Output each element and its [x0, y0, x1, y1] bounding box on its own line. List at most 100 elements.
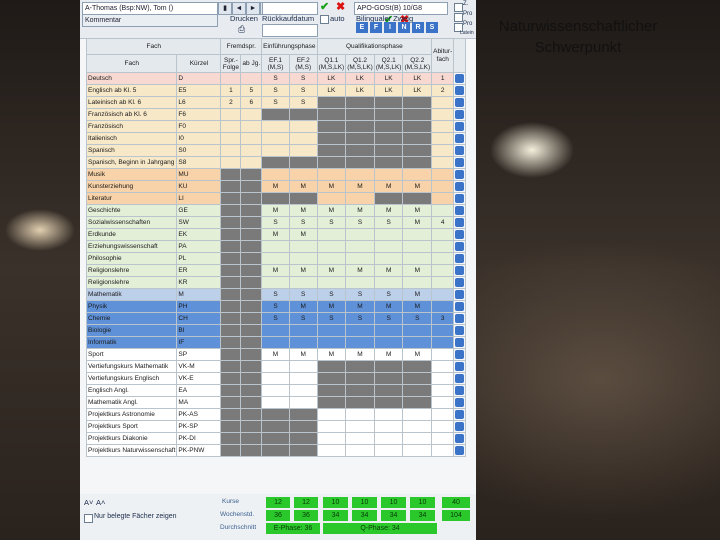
cell-q21[interactable] — [373, 132, 404, 145]
cell-ef1[interactable] — [261, 156, 290, 169]
cell-q21[interactable] — [373, 192, 404, 205]
cell-q22[interactable] — [402, 420, 433, 433]
cell-abi[interactable] — [431, 396, 455, 409]
cell-q11[interactable]: S — [316, 312, 347, 325]
cell-ef1[interactable] — [261, 396, 290, 409]
detail-icon[interactable] — [455, 157, 465, 167]
cell-q11[interactable] — [316, 156, 347, 169]
table-row[interactable]: Philosophie PL — [85, 252, 467, 265]
cell-ef1[interactable]: S — [261, 96, 290, 109]
row-detail-button[interactable] — [453, 384, 467, 397]
cell-spr[interactable] — [220, 360, 242, 373]
cell-spr[interactable] — [220, 276, 242, 289]
cell-q21[interactable] — [373, 420, 404, 433]
cell-q21[interactable] — [373, 396, 404, 409]
cell-q22[interactable]: M — [402, 264, 433, 277]
cell-spr[interactable] — [220, 408, 242, 421]
cell-ef2[interactable]: M — [288, 204, 318, 217]
cell-q11[interactable] — [316, 336, 347, 349]
cell-abi[interactable] — [431, 336, 455, 349]
cell-ef2[interactable]: M — [288, 228, 318, 241]
cell-q11[interactable] — [316, 192, 347, 205]
cell-spr[interactable] — [220, 168, 242, 181]
cell-jg[interactable] — [240, 300, 263, 313]
cell-q21[interactable] — [373, 444, 404, 457]
cell-spr[interactable] — [220, 132, 242, 145]
cell-spr[interactable] — [220, 420, 242, 433]
cell-q12[interactable]: S — [345, 288, 375, 301]
cell-q11[interactable] — [316, 96, 347, 109]
cell-q11[interactable] — [316, 240, 347, 253]
cell-q21[interactable] — [373, 372, 404, 385]
cell-q12[interactable]: M — [345, 300, 375, 313]
cell-q22[interactable] — [402, 252, 433, 265]
cell-ef1[interactable] — [261, 432, 290, 445]
cell-spr[interactable] — [220, 228, 242, 241]
zweig-n-button[interactable]: N — [398, 22, 410, 33]
cell-q22[interactable] — [402, 336, 433, 349]
zweig-s-button[interactable]: S — [426, 22, 438, 33]
cell-spr[interactable] — [220, 216, 242, 229]
cell-q22[interactable] — [402, 276, 433, 289]
row-detail-button[interactable] — [453, 108, 467, 121]
cell-jg[interactable] — [240, 252, 263, 265]
table-row[interactable]: Erziehungswissenschaft PA — [85, 240, 467, 253]
cell-q11[interactable] — [316, 132, 347, 145]
table-row[interactable]: Informatik IF — [85, 336, 467, 349]
detail-icon[interactable] — [455, 241, 465, 251]
cell-q22[interactable] — [402, 372, 433, 385]
cell-jg[interactable] — [240, 216, 263, 229]
cell-spr[interactable] — [220, 444, 242, 457]
row-detail-button[interactable] — [453, 300, 467, 313]
row-detail-button[interactable] — [453, 396, 467, 409]
cell-jg[interactable] — [240, 372, 263, 385]
cell-jg[interactable] — [240, 240, 263, 253]
cell-q22[interactable]: M — [402, 300, 433, 313]
table-row[interactable]: Italienisch I0 — [85, 132, 467, 145]
cell-jg[interactable] — [240, 144, 263, 157]
cell-ef2[interactable] — [288, 444, 318, 457]
table-row[interactable]: Kunsterziehung KU M M M M M M — [85, 180, 467, 193]
row-detail-button[interactable] — [453, 360, 467, 373]
cell-abi[interactable] — [431, 156, 455, 169]
row-detail-button[interactable] — [453, 156, 467, 169]
detail-icon[interactable] — [455, 361, 465, 371]
cell-q11[interactable]: M — [316, 204, 347, 217]
table-row[interactable]: Spanisch, Beginn in Jahrgang S8 — [85, 156, 467, 169]
cell-q11[interactable]: S — [316, 288, 347, 301]
cell-q12[interactable] — [345, 252, 375, 265]
row-detail-button[interactable] — [453, 144, 467, 157]
cell-q22[interactable] — [402, 396, 433, 409]
cell-spr[interactable] — [220, 180, 242, 193]
cell-q12[interactable]: S — [345, 216, 375, 229]
row-detail-button[interactable] — [453, 264, 467, 277]
cell-spr[interactable] — [220, 336, 242, 349]
cell-q12[interactable]: M — [345, 204, 375, 217]
cell-q12[interactable]: LK — [345, 72, 375, 85]
cell-abi[interactable] — [431, 168, 455, 181]
detail-icon[interactable] — [455, 397, 465, 407]
cell-ef1[interactable] — [261, 444, 290, 457]
cell-ef1[interactable] — [261, 192, 290, 205]
cell-abi[interactable] — [431, 360, 455, 373]
table-row[interactable]: Chemie CH S S S S S S 3 — [85, 312, 467, 325]
cell-q11[interactable]: M — [316, 180, 347, 193]
table-row[interactable]: Vertiefungskurs Mathematik VK-M — [85, 360, 467, 373]
cell-ef2[interactable] — [288, 324, 318, 337]
row-detail-button[interactable] — [453, 348, 467, 361]
zweig-e-button[interactable]: E — [356, 22, 368, 33]
cell-q12[interactable] — [345, 372, 375, 385]
row-detail-button[interactable] — [453, 408, 467, 421]
cell-ef2[interactable]: S — [288, 96, 318, 109]
row-detail-button[interactable] — [453, 72, 467, 85]
detail-icon[interactable] — [455, 97, 465, 107]
detail-icon[interactable] — [455, 433, 465, 443]
cell-spr[interactable] — [220, 264, 242, 277]
cell-q22[interactable]: M — [402, 288, 433, 301]
table-row[interactable]: Französisch ab Kl. 6 F6 — [85, 108, 467, 121]
nur-belegte-checkbox[interactable] — [84, 514, 93, 523]
table-row[interactable]: Französisch F0 — [85, 120, 467, 133]
cell-q22[interactable] — [402, 324, 433, 337]
detail-icon[interactable] — [455, 277, 465, 287]
cell-abi[interactable] — [431, 408, 455, 421]
